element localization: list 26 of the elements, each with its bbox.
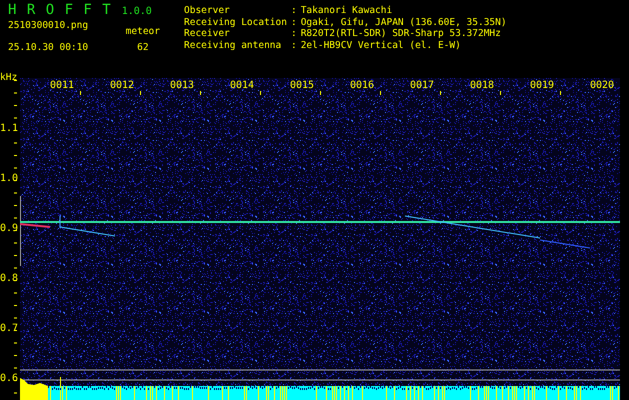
info-value: Ogaki, Gifu, JAPAN (136.60E, 35.35N) [300,16,507,28]
info-label: Receiving Location [184,16,287,28]
info-separator: : [290,16,297,28]
axis-unit: kHz [0,72,18,84]
info-separator: : [290,5,297,16]
info-separator: : [290,40,297,51]
time-label: 0012 [110,80,134,92]
time-label: 0019 [530,80,554,92]
file-name: 2510300010.png [8,20,88,32]
timestamp: 25.10.30 00:10 [8,42,88,53]
info-separator: : [290,28,297,40]
app-version: 1.0.0 [122,6,152,17]
time-label: 0016 [350,80,374,92]
meteor-label: meteor [126,26,160,38]
info-value: 2el-HB9CV Vertical (el. E-W) [300,40,462,51]
time-label: 0020 [590,80,614,92]
info-label: Receiver [184,28,231,40]
app-title: H R O F F T [8,2,112,18]
info-label: Observer [184,5,231,16]
meteor-count: 62 [137,42,149,53]
time-label: 0015 [290,80,314,92]
time-label: 0011 [50,80,74,92]
info-label: Receiving antenna [184,40,282,51]
info-value: Takanori Kawachi [300,5,394,16]
axis-label: 0.7 [0,323,18,334]
info-value: R820T2(RTL-SDR) SDR-Sharp 53.372MHz [300,28,502,40]
